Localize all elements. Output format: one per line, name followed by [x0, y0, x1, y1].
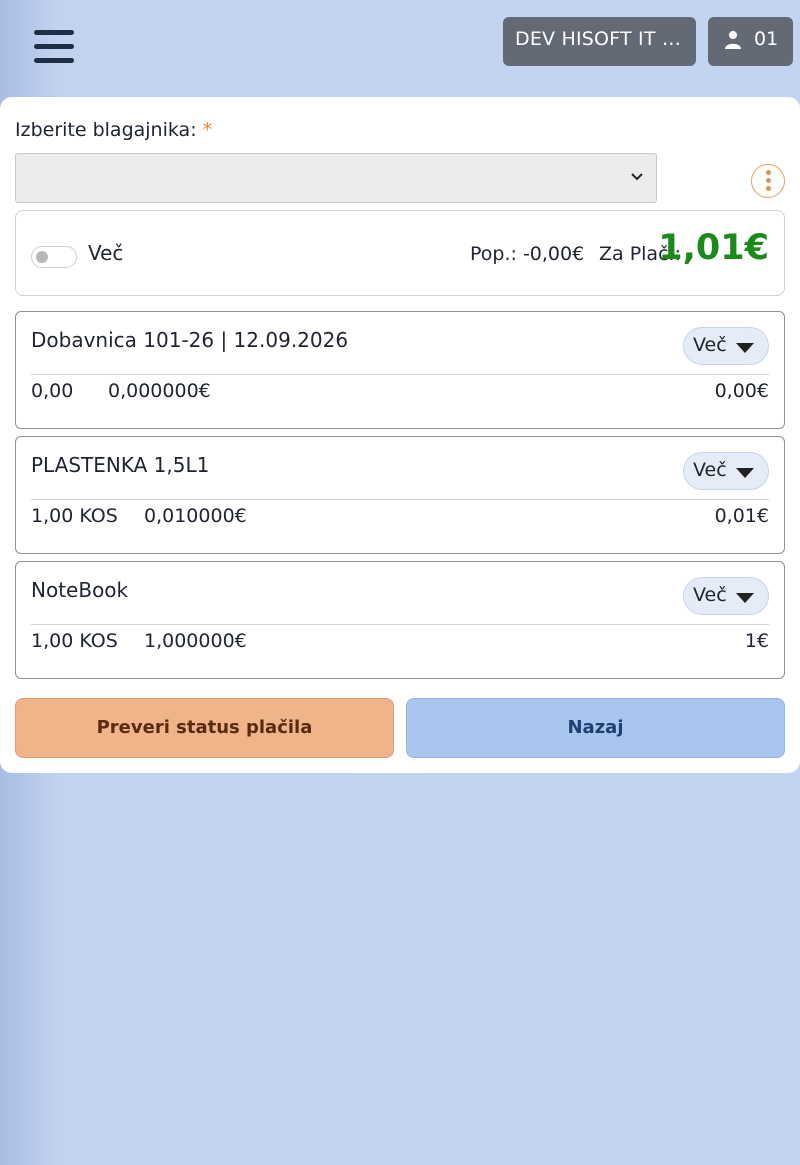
item-quantity: 1,00 KOS — [31, 630, 118, 652]
chevron-down-icon — [631, 173, 643, 181]
hamburger-menu-icon[interactable] — [34, 30, 74, 66]
discount-text: Pop.: -0,00€ — [470, 243, 585, 265]
kebab-menu-icon[interactable] — [751, 164, 785, 198]
payment-summary: Več Pop.: -0,00€ Za Plač.: 1,01€ — [15, 210, 785, 296]
list-item: PLASTENKA 1,5L1 Več 1,00 KOS 0,010000€ 0… — [15, 436, 785, 554]
item-title: Dobavnica 101-26 | 12.09.2026 — [31, 328, 349, 352]
item-amount: 0,00€ — [714, 380, 769, 402]
item-title: PLASTENKA 1,5L1 — [31, 453, 210, 477]
user-number: 01 — [754, 28, 779, 50]
check-payment-status-button[interactable]: Preveri status plačila — [15, 698, 394, 758]
caret-down-icon — [736, 593, 754, 603]
total-amount: 1,01€ — [658, 228, 769, 268]
top-bar: DEV HISOFT IT I... 01 — [0, 0, 800, 97]
cashier-select[interactable] — [15, 153, 657, 203]
item-price: 1,000000€ — [144, 630, 247, 652]
divider — [31, 624, 769, 625]
item-title: NoteBook — [31, 578, 129, 602]
back-button[interactable]: Nazaj — [406, 698, 785, 758]
more-button[interactable]: Več — [683, 327, 769, 365]
caret-down-icon — [736, 468, 754, 478]
item-amount: 1€ — [744, 630, 769, 652]
list-item: NoteBook Več 1,00 KOS 1,000000€ 1€ — [15, 561, 785, 679]
divider — [31, 374, 769, 375]
caret-down-icon — [736, 343, 754, 353]
item-price: 0,010000€ — [144, 505, 247, 527]
list-item: Dobavnica 101-26 | 12.09.2026 Več 0,00 0… — [15, 311, 785, 429]
company-button[interactable]: DEV HISOFT IT I... — [503, 17, 696, 66]
divider — [31, 499, 769, 500]
more-button[interactable]: Več — [683, 577, 769, 615]
item-quantity: 0,00 — [31, 380, 74, 402]
toggle-label: Več — [88, 241, 124, 265]
item-quantity: 1,00 KOS — [31, 505, 118, 527]
cashier-label: Izberite blagajnika: * — [15, 119, 213, 141]
required-mark: * — [202, 119, 213, 141]
more-toggle[interactable] — [31, 246, 77, 268]
payment-card: Izberite blagajnika: * Več Pop.: -0,00€ Z… — [0, 97, 800, 773]
more-button[interactable]: Več — [683, 452, 769, 490]
user-icon — [725, 31, 741, 49]
item-amount: 0,01€ — [714, 505, 769, 527]
item-price: 0,000000€ — [108, 380, 211, 402]
user-button[interactable]: 01 — [708, 17, 793, 66]
